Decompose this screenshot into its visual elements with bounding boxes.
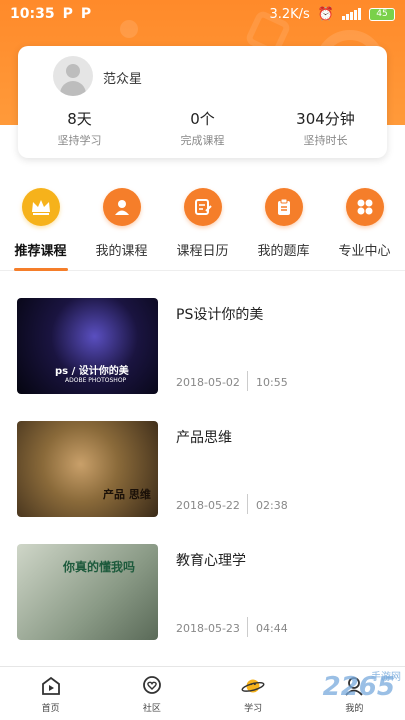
list-item[interactable]: ps / 设计你的美 ADOBE PHOTOSHOP PS设计你的美 2018-… xyxy=(0,298,405,421)
username: 范众星 xyxy=(103,72,143,87)
divider xyxy=(247,371,248,391)
network-speed: 3.2K/s xyxy=(269,6,310,22)
course-thumbnail[interactable]: ps / 设计你的美 ADOBE PHOTOSHOP xyxy=(17,298,158,394)
thumbnail-text: 你真的懂我吗 xyxy=(63,560,136,574)
stat-value: 8天 xyxy=(67,110,92,128)
planet-icon xyxy=(241,674,265,698)
course-duration: 04:44 xyxy=(256,622,288,635)
course-list: ps / 设计你的美 ADOBE PHOTOSHOP PS设计你的美 2018-… xyxy=(0,298,405,667)
course-title: PS设计你的美 xyxy=(176,307,264,323)
stat-label: 坚持学习 xyxy=(57,134,102,147)
course-duration: 10:55 xyxy=(256,376,288,389)
user-icon xyxy=(102,188,141,226)
course-duration: 02:38 xyxy=(256,499,288,512)
stat-value: 304分钟 xyxy=(296,110,355,128)
nav-home[interactable]: 首页 xyxy=(0,667,101,720)
stat-label: 坚持时长 xyxy=(303,134,348,147)
tab-my-question-bank[interactable]: 我的题库 xyxy=(243,188,324,268)
course-title: 教育心理学 xyxy=(176,553,246,569)
course-date: 2018-05-02 xyxy=(176,376,240,389)
divider xyxy=(247,494,248,514)
stat-study-duration: 304分钟 坚持时长 xyxy=(264,108,387,148)
course-title: 产品思维 xyxy=(176,430,232,446)
p-app-icon: P xyxy=(80,6,92,22)
tab-label: 专业中心 xyxy=(338,244,391,259)
stat-value: 0个 xyxy=(190,110,215,128)
stat-label: 完成课程 xyxy=(180,134,225,147)
active-tab-indicator xyxy=(14,268,68,271)
course-date: 2018-05-22 xyxy=(176,499,240,512)
nav-community[interactable]: 社区 xyxy=(101,667,202,720)
tab-professional-center[interactable]: 专业中心 xyxy=(324,188,405,268)
alarm-icon: ⏰ xyxy=(317,6,334,22)
category-nav: 推荐课程 我的课程 课程日历 我的题库 专业中心 xyxy=(0,188,405,268)
tab-label: 我的题库 xyxy=(257,244,310,259)
signal-icon xyxy=(342,8,361,20)
stat-study-days: 8天 坚持学习 xyxy=(18,108,141,148)
thumbnail-text: 产品 思维 xyxy=(103,488,151,501)
tab-my-courses[interactable]: 我的课程 xyxy=(81,188,162,268)
tab-label: 课程日历 xyxy=(176,244,229,259)
tab-label: 推荐课程 xyxy=(14,244,67,259)
stats-row: 8天 坚持学习 0个 完成课程 304分钟 坚持时长 xyxy=(18,108,387,148)
course-thumbnail[interactable]: 产品 思维 xyxy=(17,421,158,517)
crown-icon xyxy=(21,188,60,226)
list-item[interactable]: 你真的懂我吗 教育心理学 2018-05-23 04:44 xyxy=(0,544,405,667)
stat-completed-courses: 0个 完成课程 xyxy=(141,108,264,148)
nav-label: 社区 xyxy=(142,703,161,714)
avatar[interactable] xyxy=(53,56,93,96)
course-thumbnail[interactable]: 你真的懂我吗 xyxy=(17,544,158,640)
list-item[interactable]: 产品 思维 产品思维 2018-05-22 02:38 xyxy=(0,421,405,544)
profile-card[interactable]: 范众星 8天 坚持学习 0个 完成课程 304分钟 坚持时长 xyxy=(18,46,387,158)
status-bar: 10:35 P P 3.2K/s ⏰ 45 xyxy=(0,0,405,28)
nav-study[interactable]: 学习 xyxy=(203,667,304,720)
tab-course-calendar[interactable]: 课程日历 xyxy=(162,188,243,268)
tab-recommended-courses[interactable]: 推荐课程 xyxy=(0,188,81,268)
battery-icon: 45 xyxy=(369,7,395,21)
nav-label: 我的 xyxy=(345,703,364,714)
heart-chat-icon xyxy=(140,674,164,698)
play-home-icon xyxy=(39,674,63,698)
p-app-icon: P xyxy=(62,6,73,22)
course-date: 2018-05-23 xyxy=(176,622,240,635)
calendar-edit-icon xyxy=(183,188,222,226)
thumbnail-text: ps / 设计你的美 xyxy=(55,366,129,377)
watermark-sub: 手游网 xyxy=(371,672,401,683)
nav-label: 学习 xyxy=(244,703,263,714)
divider xyxy=(247,617,248,637)
tab-label: 我的课程 xyxy=(95,244,148,259)
thumbnail-subtext: ADOBE PHOTOSHOP xyxy=(65,377,127,384)
nav-label: 首页 xyxy=(41,703,60,714)
status-time: 10:35 xyxy=(10,6,55,22)
clipboard-icon xyxy=(264,188,303,226)
grid-icon xyxy=(345,188,384,226)
